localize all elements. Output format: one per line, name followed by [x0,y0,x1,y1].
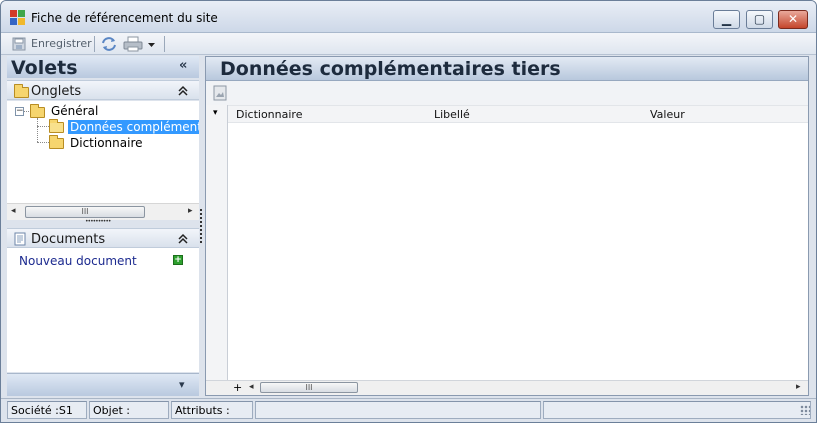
tree-item-donnees-complementaires[interactable]: Données complémentaires tiers [68,120,199,134]
image-icon[interactable] [213,85,227,101]
application-window: Fiche de référencement du site ▁ ▢ ✕ Enr… [0,0,817,423]
column-header-dictionnaire[interactable]: Dictionnaire [236,108,302,121]
tree-item-dictionnaire[interactable]: Dictionnaire [70,136,143,150]
column-chooser-icon[interactable]: ▾ [213,108,218,118]
add-row-icon[interactable]: + [233,381,242,394]
main-panel: Données complémentaires tiers ▾ Dictionn… [205,56,809,396]
scroll-left-icon[interactable]: ◂ [11,206,16,216]
toolbar-separator [164,36,165,52]
main-panel-header: Données complémentaires tiers [206,57,808,81]
onglets-tree: − Général Données complémentaires tiers … [7,101,199,220]
save-button[interactable]: Enregistrer [11,36,92,52]
document-icon [14,232,26,246]
vertical-splitter[interactable] [200,209,202,243]
save-label: Enregistrer [31,37,92,50]
chevron-down-icon[interactable]: ▾ [179,378,185,391]
scroll-right-icon[interactable]: ▸ [796,382,801,392]
page-title: Données complémentaires tiers [220,58,561,80]
tree-line [24,111,29,112]
scroll-thumb[interactable]: III [25,206,145,218]
grid-toolbar [206,81,808,105]
tree-item-general[interactable]: Général [51,104,98,118]
column-header-valeur[interactable]: Valeur [650,108,685,121]
collapse-section-icon[interactable] [177,233,189,245]
status-bar: Société :S1 Objet : Attributs : [1,398,816,422]
documents-area: Nouveau document + [7,248,199,372]
toolbar-separator [94,36,95,52]
collapse-section-icon[interactable] [177,85,189,97]
grid-header: Dictionnaire Libellé Valeur [228,105,808,123]
toolbar: Enregistrer [1,33,816,55]
volets-title: Volets [11,57,78,79]
tree-line [37,142,49,143]
grid-footer: + ◂ III ▸ [206,380,808,395]
close-button[interactable]: ✕ [778,10,808,29]
maximize-icon: ▢ [753,12,766,26]
new-document-link[interactable]: Nouveau document [19,254,137,268]
resize-grip-icon[interactable] [800,405,810,415]
onglets-section-header[interactable]: Onglets [7,80,199,100]
documents-label: Documents [31,232,106,247]
open-folder-icon [49,119,64,133]
volets-panel: Volets « Onglets − Général Données compl… [7,56,199,396]
maximize-button[interactable]: ▢ [746,10,773,29]
grid-scroll-thumb[interactable]: III [260,382,358,393]
folder-icon [49,135,64,149]
add-document-icon[interactable]: + [173,255,183,265]
close-icon: ✕ [787,12,799,26]
refresh-icon[interactable] [100,36,118,52]
folder-icon [30,104,45,118]
tree-line [37,118,38,142]
app-icon [10,10,26,26]
title-bar[interactable]: Fiche de référencement du site ▁ ▢ ✕ [1,1,816,33]
folder-icon [14,84,29,98]
minimize-button[interactable]: ▁ [713,10,740,29]
status-societe: Société :S1 [7,401,87,419]
window-title: Fiche de référencement du site [31,11,218,25]
status-attributs: Attributs : [171,401,253,419]
volets-header: Volets « [7,56,199,79]
status-empty-cell [543,401,811,419]
scroll-right-icon[interactable]: ▸ [188,206,193,216]
tree-expander-icon[interactable]: − [15,107,24,116]
row-header-gutter: ▾ [206,105,228,381]
print-icon[interactable] [123,36,143,52]
documents-section-header[interactable]: Documents [7,228,199,248]
onglets-label: Onglets [31,84,82,99]
scroll-left-icon[interactable]: ◂ [249,382,254,392]
volets-footer: ▾ [7,373,199,396]
status-objet: Objet : [89,401,169,419]
splitter-grip[interactable]: •••••••••• [85,218,111,225]
collapse-panel-icon[interactable]: « [179,58,187,73]
minimize-icon: ▁ [721,12,732,26]
tree-line [37,126,49,127]
column-header-libelle[interactable]: Libellé [434,108,470,121]
save-icon [12,37,26,51]
status-empty-cell [255,401,541,419]
dropdown-arrow-icon[interactable] [147,36,157,52]
